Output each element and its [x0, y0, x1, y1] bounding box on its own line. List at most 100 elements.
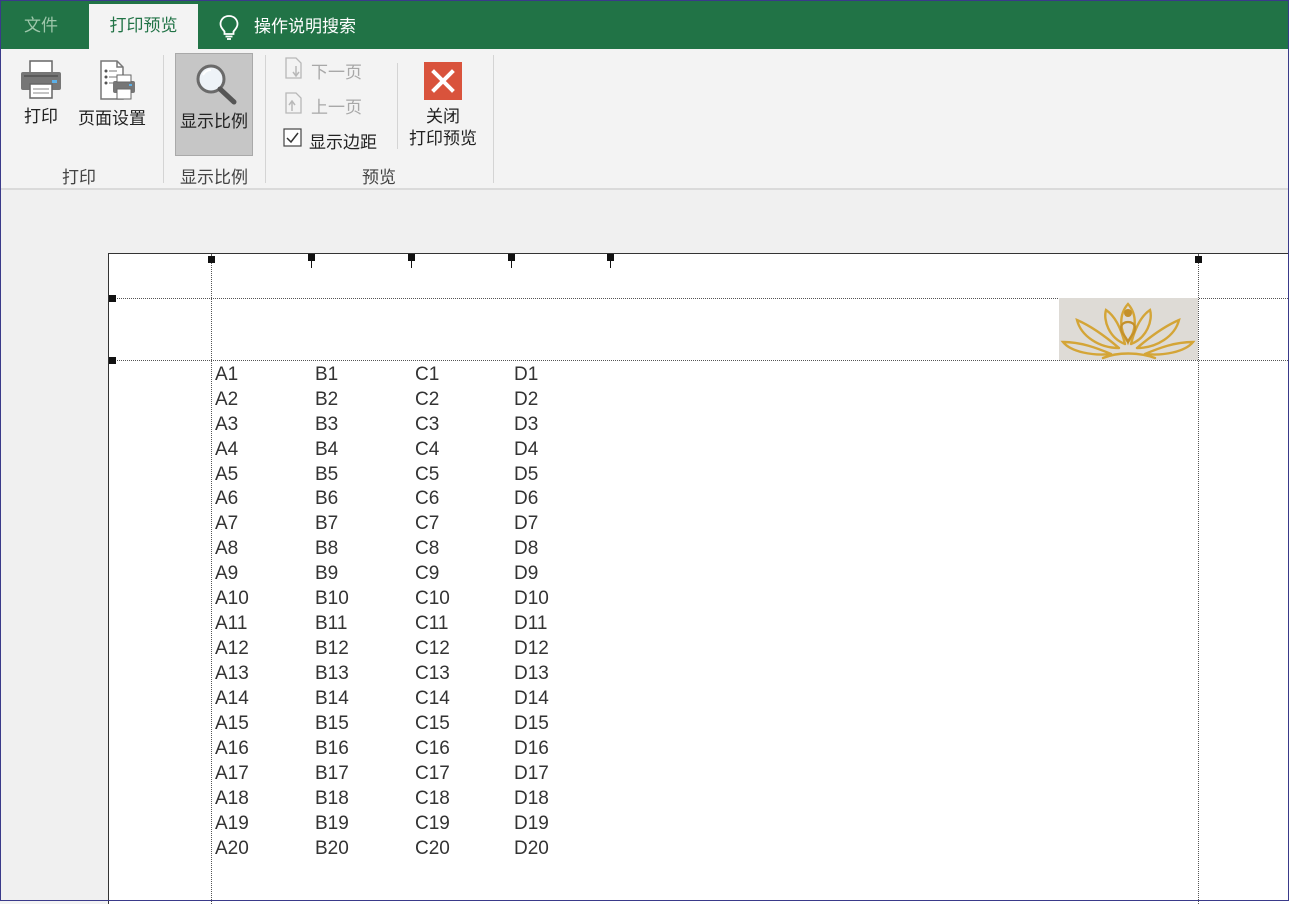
cell: C18: [415, 788, 450, 809]
group-label-preview: 预览: [362, 168, 396, 188]
cell: C3: [415, 414, 440, 435]
margin-handle-header[interactable]: [109, 295, 116, 302]
zoom-button[interactable]: 显示比例: [175, 53, 253, 156]
column-tick: [511, 259, 512, 268]
cell: C11: [415, 613, 449, 634]
print-button[interactable]: 打印: [18, 59, 64, 128]
cell: A11: [215, 613, 248, 634]
top-margin-line[interactable]: [109, 360, 1289, 361]
cell: A6: [215, 488, 239, 509]
cell: D18: [514, 788, 549, 809]
cell: D15: [514, 713, 549, 734]
cell: B5: [315, 464, 339, 485]
cell: D12: [514, 638, 549, 659]
cell: D19: [514, 813, 549, 834]
cell: A12: [215, 638, 249, 659]
margin-handle-top[interactable]: [109, 357, 116, 364]
tab-print-preview[interactable]: 打印预览: [89, 4, 198, 49]
close-print-preview-button[interactable]: 关闭 打印预览: [404, 61, 482, 150]
cell: B8: [315, 538, 339, 559]
margin-handle-left[interactable]: [208, 256, 215, 263]
search-label: 操作说明搜索: [254, 16, 356, 37]
cell: B20: [315, 838, 349, 859]
cell: B12: [315, 638, 349, 659]
cell: D4: [514, 439, 539, 460]
tell-me-search[interactable]: 操作说明搜索: [218, 4, 356, 49]
cell: B1: [315, 364, 339, 385]
cell: B11: [315, 613, 348, 634]
page-setup-icon: [87, 60, 137, 108]
cell: D1: [514, 364, 539, 385]
magnifier-icon: [193, 62, 239, 110]
cell: B10: [315, 588, 349, 609]
cell: B6: [315, 488, 339, 509]
cell: D3: [514, 414, 539, 435]
column-tick: [610, 259, 611, 268]
cell: A16: [215, 738, 249, 759]
next-page-icon: [283, 56, 305, 85]
cell: A20: [215, 838, 249, 859]
show-margins-toggle[interactable]: 显示边距: [283, 127, 377, 153]
cell: A4: [215, 439, 239, 460]
checkbox-icon[interactable]: [283, 127, 303, 153]
close-label-line2: 打印预览: [409, 129, 477, 149]
page-setup-label: 页面设置: [78, 109, 146, 129]
prev-page-button[interactable]: 上一页: [283, 91, 362, 118]
cell: C14: [415, 688, 450, 709]
group-separator: [493, 55, 494, 183]
cell: C13: [415, 663, 450, 684]
cell: A19: [215, 813, 249, 834]
left-margin-line[interactable]: [211, 254, 212, 904]
cell: D5: [514, 464, 539, 485]
preview-canvas[interactable]: A1 B1 C1 D1 A2 B2 C2 D2 A3 B3 C3 D3 A4 B…: [1, 190, 1289, 904]
next-page-label: 下一页: [311, 62, 362, 83]
cell: A17: [215, 763, 249, 784]
cell: B3: [315, 414, 339, 435]
cell: C9: [415, 563, 440, 584]
cell: A1: [215, 364, 239, 385]
cell: C20: [415, 838, 450, 859]
cell: D8: [514, 538, 539, 559]
cell: B14: [315, 688, 349, 709]
cell: A2: [215, 389, 239, 410]
cell: D10: [514, 588, 549, 609]
cell: C17: [415, 763, 450, 784]
cell: A10: [215, 588, 249, 609]
group-label-print: 打印: [62, 168, 96, 188]
cell: C6: [415, 488, 440, 509]
cell: C4: [415, 439, 440, 460]
cell: A3: [215, 414, 239, 435]
preview-page: A1 B1 C1 D1 A2 B2 C2 D2 A3 B3 C3 D3 A4 B…: [108, 253, 1289, 904]
cell: A7: [215, 513, 239, 534]
next-page-button[interactable]: 下一页: [283, 56, 362, 85]
right-margin-line[interactable]: [1198, 254, 1199, 904]
ribbon: 打印 页面设置 打印 显示比例 显示比例 下一页 上一页 显示边距 关闭 打印预…: [1, 49, 1288, 189]
printer-icon: [19, 60, 63, 106]
cell: C1: [415, 364, 440, 385]
cell: A18: [215, 788, 249, 809]
cell: C8: [415, 538, 440, 559]
close-preview-icon: [423, 62, 463, 106]
cell: D14: [514, 688, 549, 709]
cell: A15: [215, 713, 249, 734]
cell: C2: [415, 389, 440, 410]
prev-page-label: 上一页: [311, 97, 362, 118]
tab-file[interactable]: 文件: [24, 4, 58, 49]
zoom-label: 显示比例: [180, 112, 248, 132]
cell: A13: [215, 663, 249, 684]
cell: C12: [415, 638, 450, 659]
cell: A5: [215, 464, 239, 485]
column-tick: [311, 259, 312, 268]
close-label-line1: 关闭: [426, 107, 460, 127]
cell: B17: [315, 763, 349, 784]
cell: C16: [415, 738, 450, 759]
cell: D6: [514, 488, 539, 509]
cell: C5: [415, 464, 440, 485]
cell: B18: [315, 788, 349, 809]
lotus-logo: [1059, 298, 1198, 360]
margin-handle-right[interactable]: [1195, 256, 1202, 263]
cell: B2: [315, 389, 339, 410]
cell: B19: [315, 813, 349, 834]
page-setup-button[interactable]: 页面设置: [74, 59, 150, 130]
cell: B13: [315, 663, 349, 684]
